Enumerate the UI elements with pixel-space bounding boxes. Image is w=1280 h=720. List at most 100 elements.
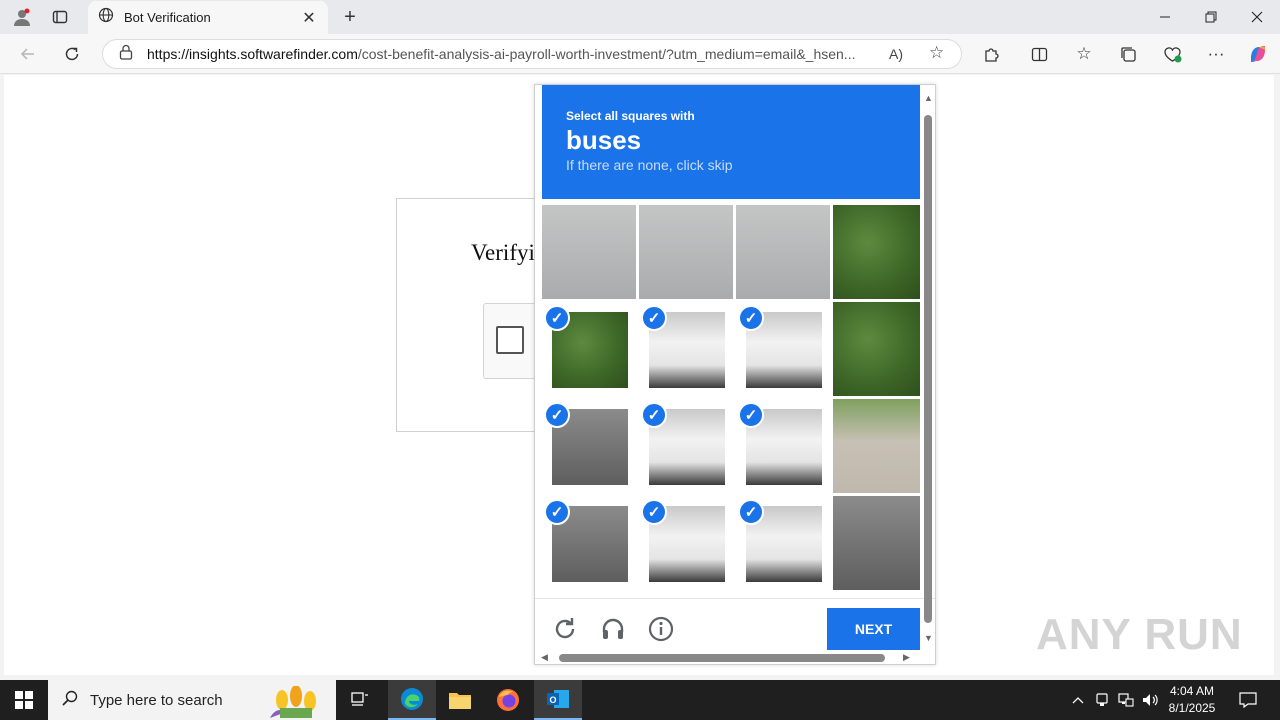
profile-icon[interactable] — [10, 5, 34, 29]
globe-icon — [98, 7, 114, 28]
scroll-right-icon[interactable]: ▶ — [903, 652, 910, 663]
captcha-hint: If there are none, click skip — [566, 157, 733, 173]
collections-icon[interactable] — [1114, 40, 1142, 68]
captcha-tile[interactable] — [542, 205, 636, 299]
system-clock[interactable]: 4:04 AM 8/1/2025 — [1160, 683, 1224, 717]
captcha-tile[interactable]: ✓ — [639, 496, 733, 590]
watermark-logo: ANY RUN — [1036, 610, 1243, 659]
verification-title: Verifyi — [471, 240, 535, 265]
captcha-tile[interactable] — [833, 399, 920, 493]
captcha-tile[interactable]: ✓ — [639, 302, 733, 396]
url-host: https://insights.softwarefinder.com — [147, 46, 358, 62]
selected-check-icon: ✓ — [738, 305, 764, 331]
task-view-icon[interactable] — [336, 680, 384, 720]
tab-bar: Bot Verification ✕ + — [0, 0, 1280, 34]
clock-time: 4:04 AM — [1169, 684, 1215, 698]
minimize-button[interactable] — [1142, 0, 1188, 34]
reload-icon[interactable] — [551, 615, 579, 643]
start-button[interactable] — [0, 680, 48, 720]
selected-check-icon: ✓ — [641, 499, 667, 525]
captcha-header: Select all squares with buses If there a… — [542, 85, 920, 199]
refresh-button[interactable] — [58, 40, 86, 68]
show-hidden-icons[interactable] — [1068, 680, 1088, 720]
restore-button[interactable] — [1188, 0, 1234, 34]
scroll-up-icon[interactable]: ▲ — [924, 93, 933, 103]
tab-title: Bot Verification — [124, 10, 211, 25]
captcha-divider — [535, 598, 935, 599]
captcha-tile-image — [833, 399, 920, 493]
tab-actions-icon[interactable] — [48, 5, 72, 29]
network-icon[interactable] — [1116, 680, 1136, 720]
captcha-tile[interactable] — [639, 205, 733, 299]
new-tab-button[interactable]: + — [338, 5, 362, 29]
captcha-tile[interactable] — [833, 496, 920, 590]
captcha-challenge: Select all squares with buses If there a… — [534, 84, 936, 665]
more-options-icon[interactable]: ··· — [1202, 40, 1230, 68]
captcha-tile[interactable] — [833, 302, 920, 396]
captcha-tile[interactable]: ✓ — [639, 399, 733, 493]
lock-icon[interactable] — [119, 44, 133, 65]
address-bar[interactable]: https://insights.softwarefinder.com/cost… — [102, 39, 962, 69]
file-explorer-icon[interactable] — [436, 680, 484, 720]
back-button[interactable] — [14, 40, 42, 68]
scroll-down-icon[interactable]: ▼ — [924, 633, 933, 643]
taskbar-search[interactable]: Type here to search — [48, 680, 336, 720]
notifications-icon[interactable] — [1234, 680, 1262, 720]
url-text[interactable]: https://insights.softwarefinder.com/cost… — [147, 46, 867, 62]
svg-text:O: O — [549, 695, 556, 705]
favorites-icon[interactable]: ☆ — [1070, 40, 1098, 68]
vertical-scroll-thumb[interactable] — [924, 115, 932, 623]
captcha-grid: ✓ ✓ ✓ ✓ ✓ ✓ ✓ ✓ ✓ — [542, 205, 920, 591]
close-window-button[interactable] — [1234, 0, 1280, 34]
volume-icon[interactable] — [1140, 680, 1162, 720]
copilot-icon[interactable] — [1244, 40, 1272, 68]
tab-bot-verification[interactable]: Bot Verification ✕ — [88, 1, 328, 34]
selected-check-icon: ✓ — [544, 402, 570, 428]
scroll-left-icon[interactable]: ◀ — [541, 652, 548, 663]
captcha-tile-image — [639, 205, 733, 299]
captcha-instruction: Select all squares with — [566, 109, 695, 123]
device-icon[interactable] — [1092, 680, 1112, 720]
next-button[interactable]: NEXT — [827, 608, 920, 650]
captcha-tile-image — [833, 302, 920, 396]
horizontal-scroll-thumb[interactable] — [559, 654, 885, 662]
selected-check-icon: ✓ — [544, 305, 570, 331]
selected-check-icon: ✓ — [738, 402, 764, 428]
captcha-tile[interactable]: ✓ — [542, 496, 636, 590]
read-aloud-icon[interactable]: A) — [889, 46, 903, 62]
captcha-tile[interactable] — [736, 205, 830, 299]
selected-check-icon: ✓ — [641, 305, 667, 331]
close-tab-icon[interactable]: ✕ — [300, 8, 318, 28]
captcha-tile[interactable]: ✓ — [736, 496, 830, 590]
search-flowers-icon — [260, 685, 330, 720]
edge-app-icon[interactable] — [388, 680, 436, 720]
taskbar: Type here to search O 4:04 AM 8/1/2025 — [0, 680, 1280, 720]
captcha-tile[interactable]: ✓ — [736, 302, 830, 396]
firefox-icon[interactable] — [484, 680, 532, 720]
captcha-tile[interactable]: ✓ — [736, 399, 830, 493]
captcha-tile-image — [833, 496, 920, 590]
browser-essentials-icon[interactable] — [1158, 40, 1186, 68]
captcha-tile[interactable]: ✓ — [542, 399, 636, 493]
selected-check-icon: ✓ — [641, 402, 667, 428]
captcha-tile-image — [542, 205, 636, 299]
selected-check-icon: ✓ — [544, 499, 570, 525]
outlook-icon[interactable]: O — [534, 680, 582, 720]
extensions-icon[interactable] — [977, 40, 1005, 68]
captcha-target: buses — [566, 125, 642, 155]
browser-toolbar: https://insights.softwarefinder.com/cost… — [0, 34, 1280, 74]
captcha-tile-image — [833, 205, 920, 299]
clock-date: 8/1/2025 — [1168, 701, 1216, 715]
captcha-checkbox[interactable] — [496, 326, 524, 354]
split-screen-icon[interactable] — [1025, 40, 1053, 68]
url-path: /cost-benefit-analysis-ai-payroll-worth-… — [357, 46, 856, 62]
audio-challenge-icon[interactable] — [599, 615, 627, 643]
info-icon[interactable] — [647, 615, 675, 643]
search-placeholder: Type here to search — [90, 691, 223, 709]
selected-check-icon: ✓ — [738, 499, 764, 525]
captcha-tile[interactable] — [833, 205, 920, 299]
favorite-star-icon[interactable]: ☆ — [929, 43, 944, 63]
captcha-tile[interactable]: ✓ — [542, 302, 636, 396]
vertical-scrollbar[interactable]: ▲ ▼ — [922, 91, 934, 647]
horizontal-scrollbar[interactable]: ◀ ▶ — [539, 651, 919, 663]
